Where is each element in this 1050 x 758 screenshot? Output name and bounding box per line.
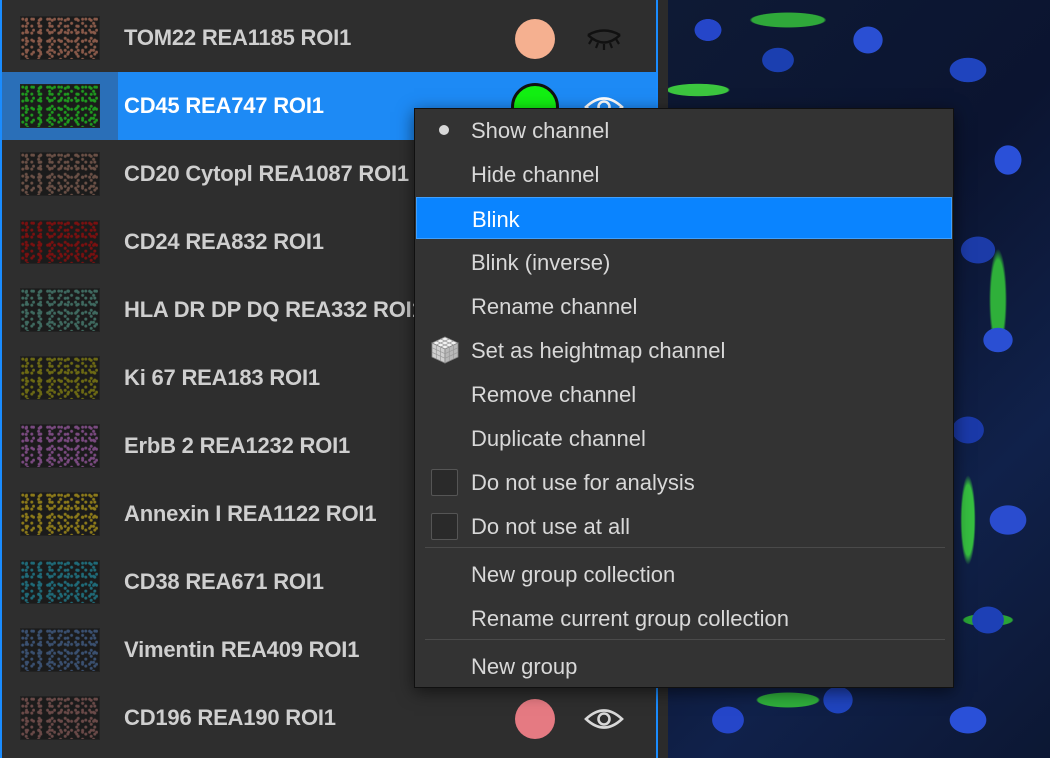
channel-name: ErbB 2 REA1232 ROI1 xyxy=(124,433,351,458)
channel-thumbnail-frame xyxy=(2,684,118,752)
channel-thumbnail-frame xyxy=(2,412,118,480)
menu-item-hide-channel[interactable]: Hide channel xyxy=(416,153,952,195)
menu-item-label: Do not use at all xyxy=(471,514,630,539)
channel-color-swatch[interactable] xyxy=(515,19,555,59)
channel-color-swatch[interactable] xyxy=(515,699,555,739)
channel-row[interactable]: TOM22 REA1185 ROI1 xyxy=(2,4,656,72)
channel-name: TOM22 REA1185 ROI1 xyxy=(124,25,352,50)
menu-item-rename-channel[interactable]: Rename channel xyxy=(416,285,952,327)
channel-row[interactable]: CD196 REA190 ROI1 xyxy=(2,684,656,752)
eye-closed-icon[interactable] xyxy=(582,24,626,54)
channel-name: CD45 REA747 ROI1 xyxy=(124,93,324,118)
menu-separator xyxy=(425,547,945,548)
channel-name: CD24 REA832 ROI1 xyxy=(124,229,324,254)
channel-name: CD196 REA190 ROI1 xyxy=(124,705,336,730)
eye-open-icon[interactable] xyxy=(582,704,626,734)
menu-item-label: Rename current group collection xyxy=(471,606,789,631)
menu-item-do-not-use-for-analysis[interactable]: Do not use for analysis xyxy=(416,461,952,503)
channel-thumbnail-frame xyxy=(2,208,118,276)
menu-separator xyxy=(425,639,945,640)
channel-thumbnail-frame xyxy=(2,72,118,140)
channel-thumbnail-frame xyxy=(2,616,118,684)
menu-item-label: Rename channel xyxy=(471,294,638,319)
menu-item-rename-current-group-collection[interactable]: Rename current group collection xyxy=(416,597,952,639)
menu-item-new-group-collection[interactable]: New group collection xyxy=(416,553,952,595)
channel-thumbnail xyxy=(20,628,100,672)
checkbox[interactable] xyxy=(431,513,458,540)
channel-name: CD38 REA671 ROI1 xyxy=(124,569,324,594)
menu-item-label: New group xyxy=(471,654,578,679)
menu-item-new-group[interactable]: New group xyxy=(416,645,952,687)
menu-item-blink[interactable]: Blink xyxy=(416,197,952,239)
channel-thumbnail xyxy=(20,424,100,468)
menu-item-label: Hide channel xyxy=(471,162,600,187)
channel-name: CD20 Cytopl REA1087 ROI1 xyxy=(124,161,409,186)
selected-bullet-icon xyxy=(439,125,449,135)
menu-item-label: Blink xyxy=(472,207,520,232)
channel-thumbnail xyxy=(20,16,100,60)
channel-thumbnail xyxy=(20,220,100,264)
checkbox[interactable] xyxy=(431,469,458,496)
menu-item-label: Blink (inverse) xyxy=(471,250,611,275)
channel-name: Vimentin REA409 ROI1 xyxy=(124,637,360,662)
channel-thumbnail xyxy=(20,560,100,604)
channel-thumbnail-frame xyxy=(2,548,118,616)
menu-item-do-not-use-at-all[interactable]: Do not use at all xyxy=(416,505,952,547)
menu-item-duplicate-channel[interactable]: Duplicate channel xyxy=(416,417,952,459)
menu-item-remove-channel[interactable]: Remove channel xyxy=(416,373,952,415)
channel-thumbnail xyxy=(20,152,100,196)
cube-icon xyxy=(431,336,459,364)
menu-item-show-channel[interactable]: Show channel xyxy=(416,109,952,151)
channel-thumbnail-frame xyxy=(2,140,118,208)
channel-thumbnail-frame xyxy=(2,4,118,72)
menu-item-label: New group collection xyxy=(471,562,676,587)
menu-item-set-as-heightmap-channel[interactable]: Set as heightmap channel xyxy=(416,329,952,371)
channel-thumbnail-frame xyxy=(2,276,118,344)
menu-item-label: Do not use for analysis xyxy=(471,470,695,495)
menu-item-blink-inverse[interactable]: Blink (inverse) xyxy=(416,241,952,283)
channel-thumbnail xyxy=(20,288,100,332)
channel-thumbnail-frame xyxy=(2,344,118,412)
channel-thumbnail xyxy=(20,696,100,740)
channel-context-menu: Show channel Hide channel Blink Blink (inve… xyxy=(414,108,954,688)
menu-item-label: Remove channel xyxy=(471,382,637,407)
menu-item-label: Show channel xyxy=(471,118,610,143)
channel-name: Ki 67 REA183 ROI1 xyxy=(124,365,320,390)
channel-thumbnail xyxy=(20,84,100,128)
channel-name: HLA DR DP DQ REA332 ROI1 xyxy=(124,297,424,322)
channel-thumbnail-frame xyxy=(2,480,118,548)
menu-item-label: Set as heightmap channel xyxy=(471,338,726,363)
menu-item-label: Duplicate channel xyxy=(471,426,646,451)
channel-thumbnail xyxy=(20,492,100,536)
channel-name: Annexin I REA1122 ROI1 xyxy=(124,501,377,526)
channel-thumbnail xyxy=(20,356,100,400)
